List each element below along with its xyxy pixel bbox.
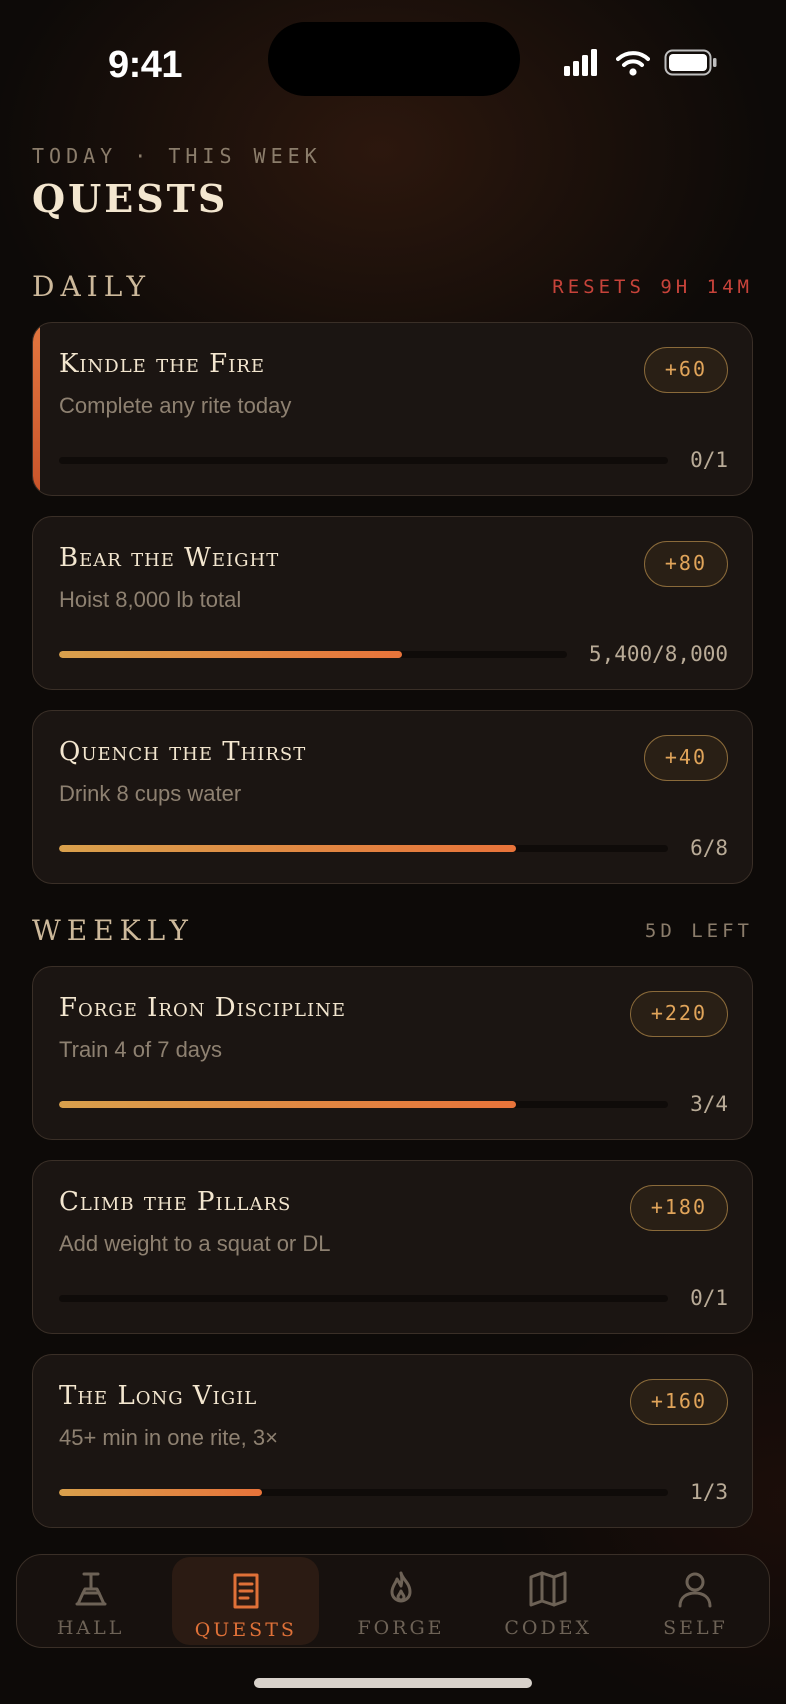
quest-progress: 3/4 [59,1092,728,1116]
quests-icon [226,1571,266,1611]
reward-badge: +160 [629,1379,728,1425]
time-left: 5D LEFT [644,920,753,942]
quest-card[interactable]: Bear the Weight Hoist 8,000 lb total +80… [32,516,753,690]
quest-description: Train 4 of 7 days [59,1037,223,1062]
quest-card[interactable]: Climb the Pillars Add weight to a squat … [32,1160,753,1334]
reward-badge: +40 [643,735,728,781]
home-indicator[interactable] [254,1678,532,1688]
quest-title: Climb the Pillars [59,1187,292,1217]
tab-self[interactable]: SELF [622,1555,769,1647]
reward-badge: +220 [629,991,728,1037]
progress-count: 3/4 [690,1092,728,1116]
progress-track [59,650,567,658]
progress-fill [59,1488,262,1496]
quest-description: 45+ min in one rite, 3× [59,1425,278,1450]
quest-progress: 0/1 [59,1286,728,1310]
page-title: QUESTS [32,176,229,221]
progress-fill [59,650,402,658]
quest-card[interactable]: Quench the Thirst Drink 8 cups water +40… [32,710,753,884]
section-title: WEEKLY [32,914,194,947]
tab-codex[interactable]: CODEX [475,1555,622,1647]
quest-progress: 0/1 [59,448,728,472]
tab-forge[interactable]: FORGE [327,1555,474,1647]
progress-count: 6/8 [690,836,728,860]
quest-title: The Long Vigil [59,1381,258,1411]
progress-track [59,1488,669,1496]
quest-title: Quench the Thirst [59,737,307,767]
tab-hall[interactable]: HALL [17,1555,164,1647]
reset-timer: RESETS 9H 14M [552,276,753,298]
flame-icon [381,1569,421,1609]
section-title: DAILY [32,270,152,303]
tab-label: FORGE [357,1617,445,1639]
quest-card[interactable]: The Long Vigil 45+ min in one rite, 3× +… [32,1354,753,1528]
tab-label: HALL [56,1617,125,1639]
progress-track [59,844,669,852]
progress-track [59,1100,669,1108]
status-bar: 9:41 [0,0,786,130]
progress-count: 5,400/8,000 [588,642,728,666]
status-time: 9:41 [108,44,183,86]
person-icon [675,1569,715,1609]
progress-fill [59,1100,516,1108]
tab-bar: HALL QUESTS FORGE CODEX SELF [16,1554,770,1648]
quest-card[interactable]: Kindle the Fire Complete any rite today … [32,322,753,496]
quest-title: Kindle the Fire [59,349,266,379]
reward-badge: +80 [643,541,728,587]
battery-icon [664,48,718,82]
cellular-signal-icon [564,48,600,82]
dynamic-island [268,22,520,96]
progress-fill [59,844,516,852]
reward-badge: +180 [629,1185,728,1231]
tab-label: SELF [663,1617,728,1639]
progress-track [59,456,669,464]
progress-track [59,1294,669,1302]
quest-description: Drink 8 cups water [59,781,242,806]
quest-description: Add weight to a squat or DL [59,1231,331,1256]
quest-progress: 6/8 [59,836,728,860]
progress-count: 1/3 [690,1480,728,1504]
page-eyebrow: TODAY · THIS WEEK [32,144,322,168]
quest-card[interactable]: Forge Iron Discipline Train 4 of 7 days … [32,966,753,1140]
tab-quests[interactable]: QUESTS [172,1557,320,1645]
quest-description: Hoist 8,000 lb total [59,587,242,612]
daily-section-header: DAILY RESETS 9H 14M [32,270,753,310]
quest-title: Forge Iron Discipline [59,993,346,1023]
quest-progress: 5,400/8,000 [59,642,728,666]
tab-label: CODEX [504,1617,593,1639]
tab-label: QUESTS [194,1619,297,1641]
weekly-section-header: WEEKLY 5D LEFT [32,914,753,954]
quest-description: Complete any rite today [59,393,292,418]
quest-progress: 1/3 [59,1480,728,1504]
map-icon [528,1569,568,1609]
wifi-icon [616,48,650,82]
hall-icon [71,1569,111,1609]
quest-title: Bear the Weight [59,543,280,573]
progress-count: 0/1 [690,1286,728,1310]
progress-count: 0/1 [690,448,728,472]
reward-badge: +60 [643,347,728,393]
